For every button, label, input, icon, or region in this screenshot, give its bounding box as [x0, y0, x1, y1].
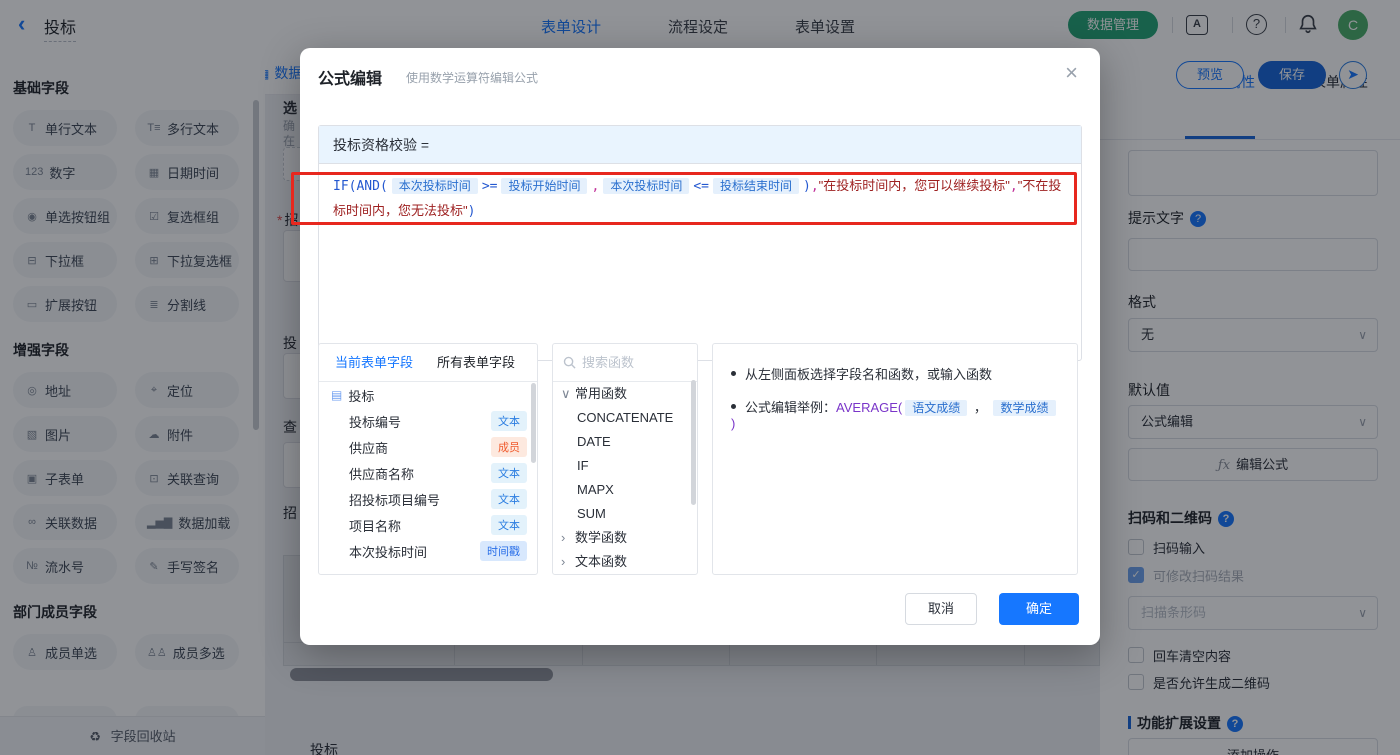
code-token: "在投标时间内，您可以继续投标" — [818, 178, 1010, 193]
variable-row[interactable]: 本次投标时间 时间戳 — [319, 538, 537, 564]
variable-row[interactable]: 投标编号 文本 — [319, 408, 537, 434]
variable-type-badge: 文本 — [491, 463, 527, 483]
variable-row[interactable]: 供应商名称 文本 — [319, 460, 537, 486]
field-chip[interactable]: 投标结束时间 — [712, 178, 799, 194]
help-line: 从左侧面板选择字段名和函数，或输入函数 — [731, 364, 1059, 383]
field-chip[interactable]: 本次投标时间 — [603, 178, 690, 194]
example-field-chip: 语文成绩 — [905, 400, 968, 416]
cancel-button[interactable]: 取消 — [905, 593, 977, 625]
variable-row[interactable]: 供应商 成员 — [319, 434, 537, 460]
example-function-open: AVERAGE( — [836, 400, 903, 415]
formula-editor-dialog: 公式编辑 使用数学运算符编辑公式 × 投标资格校验 = IF(AND(本次投标时… — [300, 48, 1100, 645]
variable-name: 供应商 — [349, 440, 389, 456]
form-name: 投标 — [348, 388, 375, 404]
form-node[interactable]: ▤ 投标 — [319, 382, 537, 408]
variables-tab-2[interactable]: 所有表单字段 — [437, 355, 515, 370]
code-token: >= — [481, 179, 498, 194]
dialog-title: 公式编辑 — [318, 71, 383, 88]
code-token: ) — [467, 204, 476, 219]
variable-row[interactable]: 招投标项目编号 文本 — [319, 486, 537, 512]
variable-type-badge: 成员 — [491, 437, 527, 457]
field-chip[interactable]: 本次投标时间 — [391, 178, 478, 194]
code-token: , — [1009, 179, 1018, 194]
formula-code-input[interactable]: IF(AND(本次投标时间 >= 投标开始时间, 本次投标时间 <= 投标结束时间),"在… — [319, 164, 1081, 234]
variable-row[interactable]: 项目名称 文本 — [319, 512, 537, 538]
function-group[interactable]: › 文本函数 — [553, 550, 697, 574]
variable-name: 本次投标时间 — [349, 544, 428, 560]
example-field-chip: 数学成绩 — [993, 400, 1056, 416]
variable-type-badge: 文本 — [491, 489, 527, 509]
help-example-line: 公式编辑举例：AVERAGE(语文成绩 ， 数学成绩 ) — [731, 397, 1059, 431]
function-group-label: 数学函数 — [575, 530, 628, 545]
function-item[interactable]: CONCATENATE — [553, 406, 697, 430]
function-group[interactable]: ∨ 常用函数 — [553, 382, 697, 406]
code-token: , — [810, 179, 819, 194]
code-token: ) — [803, 179, 811, 194]
code-token: <= — [693, 179, 709, 194]
functions-scrollbar[interactable] — [691, 380, 696, 505]
variables-tab-1[interactable]: 当前表单字段 — [335, 355, 413, 370]
function-group[interactable]: › 数学函数 — [553, 526, 697, 550]
variable-type-badge: 时间戳 — [480, 541, 527, 561]
function-item[interactable]: MAPX — [553, 478, 697, 502]
variable-name: 招投标项目编号 — [349, 492, 441, 508]
variables-scrollbar[interactable] — [531, 383, 536, 463]
function-item[interactable]: DATE — [553, 430, 697, 454]
example-function-close: ) — [731, 416, 736, 431]
document-icon: ▤ — [331, 388, 343, 402]
function-group-label: 常用函数 — [575, 386, 628, 401]
close-icon[interactable]: × — [1065, 60, 1078, 86]
code-token: IF(AND( — [333, 179, 388, 194]
search-icon — [563, 356, 576, 369]
function-item[interactable]: SUM — [553, 502, 697, 526]
function-item[interactable]: IF — [553, 454, 697, 478]
function-group-label: 文本函数 — [575, 554, 628, 569]
variable-name: 项目名称 — [349, 518, 402, 534]
example-comma: ， — [970, 400, 991, 415]
functions-panel: ∨ 常用函数 CONCATENATEDATEIFMAPXSUM › 数学函数 › 文本函数 — [552, 343, 698, 575]
function-search[interactable] — [553, 344, 697, 382]
chevron-right-icon: › — [561, 554, 566, 569]
dialog-subtitle: 使用数学运算符编辑公式 — [406, 71, 539, 85]
variable-type-badge: 文本 — [491, 515, 527, 535]
chevron-down-icon: ∨ — [561, 386, 571, 401]
help-panel: 从左侧面板选择字段名和函数，或输入函数 公式编辑举例：AVERAGE(语文成绩 … — [712, 343, 1078, 575]
variable-type-badge: 文本 — [491, 411, 527, 431]
confirm-button[interactable]: 确定 — [999, 593, 1079, 625]
variable-name: 投标编号 — [349, 414, 402, 430]
variable-name: 供应商名称 — [349, 466, 415, 482]
variables-panel: 当前表单字段 所有表单字段 ▤ 投标 投标编号 文本 供应商 成员 供应商名称 文本 招投标项目编… — [318, 343, 538, 575]
code-token: , — [591, 179, 600, 194]
field-chip[interactable]: 投标开始时间 — [501, 178, 588, 194]
chevron-right-icon: › — [561, 530, 566, 545]
formula-target-field: 投标资格校验 = — [319, 126, 1081, 164]
function-search-input[interactable] — [582, 355, 672, 370]
formula-editor: 投标资格校验 = IF(AND(本次投标时间 >= 投标开始时间, 本次投标时间 <= 投… — [318, 125, 1082, 361]
